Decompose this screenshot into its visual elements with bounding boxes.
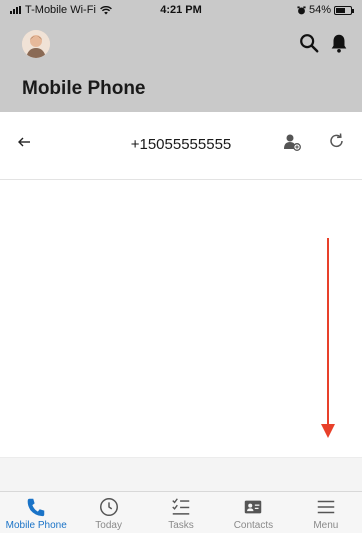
tasks-icon <box>172 498 190 515</box>
hamburger-icon <box>317 500 335 514</box>
avatar[interactable] <box>22 30 50 58</box>
search-icon[interactable] <box>298 32 320 54</box>
bottom-tab-bar: Mobile Phone Today Tasks Contacts Menu <box>0 491 362 533</box>
phone-icon <box>27 498 45 517</box>
clock-icon <box>99 498 118 516</box>
bell-icon[interactable] <box>328 32 350 54</box>
scroll-down-arrow-icon <box>321 238 335 438</box>
contact-card-icon <box>245 500 262 514</box>
tab-label: Tasks <box>168 520 194 531</box>
call-bar: +15055555555 <box>0 112 362 180</box>
tab-contacts[interactable]: Contacts <box>217 492 289 533</box>
tab-mobile-phone[interactable]: Mobile Phone <box>0 492 72 533</box>
status-right: 54% <box>297 4 354 16</box>
refresh-icon[interactable] <box>328 132 346 150</box>
content-footer-strip <box>0 457 362 491</box>
status-bar: T-Mobile Wi-Fi 4:21 PM 54% <box>0 0 362 22</box>
add-contact-icon[interactable] <box>282 132 302 152</box>
alarm-icon <box>297 5 306 14</box>
tab-label: Menu <box>313 520 339 531</box>
tab-label: Today <box>95 520 122 531</box>
tab-label: Mobile Phone <box>5 520 67 531</box>
page-title: Mobile Phone <box>22 78 146 99</box>
tab-menu[interactable]: Menu <box>290 492 362 533</box>
app-header: Mobile Phone <box>0 22 362 112</box>
battery-percent: 54% <box>308 4 331 16</box>
tab-tasks[interactable]: Tasks <box>145 492 217 533</box>
call-content-area <box>0 181 362 457</box>
tab-label: Contacts <box>233 520 274 531</box>
phone-number: +15055555555 <box>130 136 232 153</box>
tab-today[interactable]: Today <box>72 492 144 533</box>
battery-icon <box>334 5 354 15</box>
